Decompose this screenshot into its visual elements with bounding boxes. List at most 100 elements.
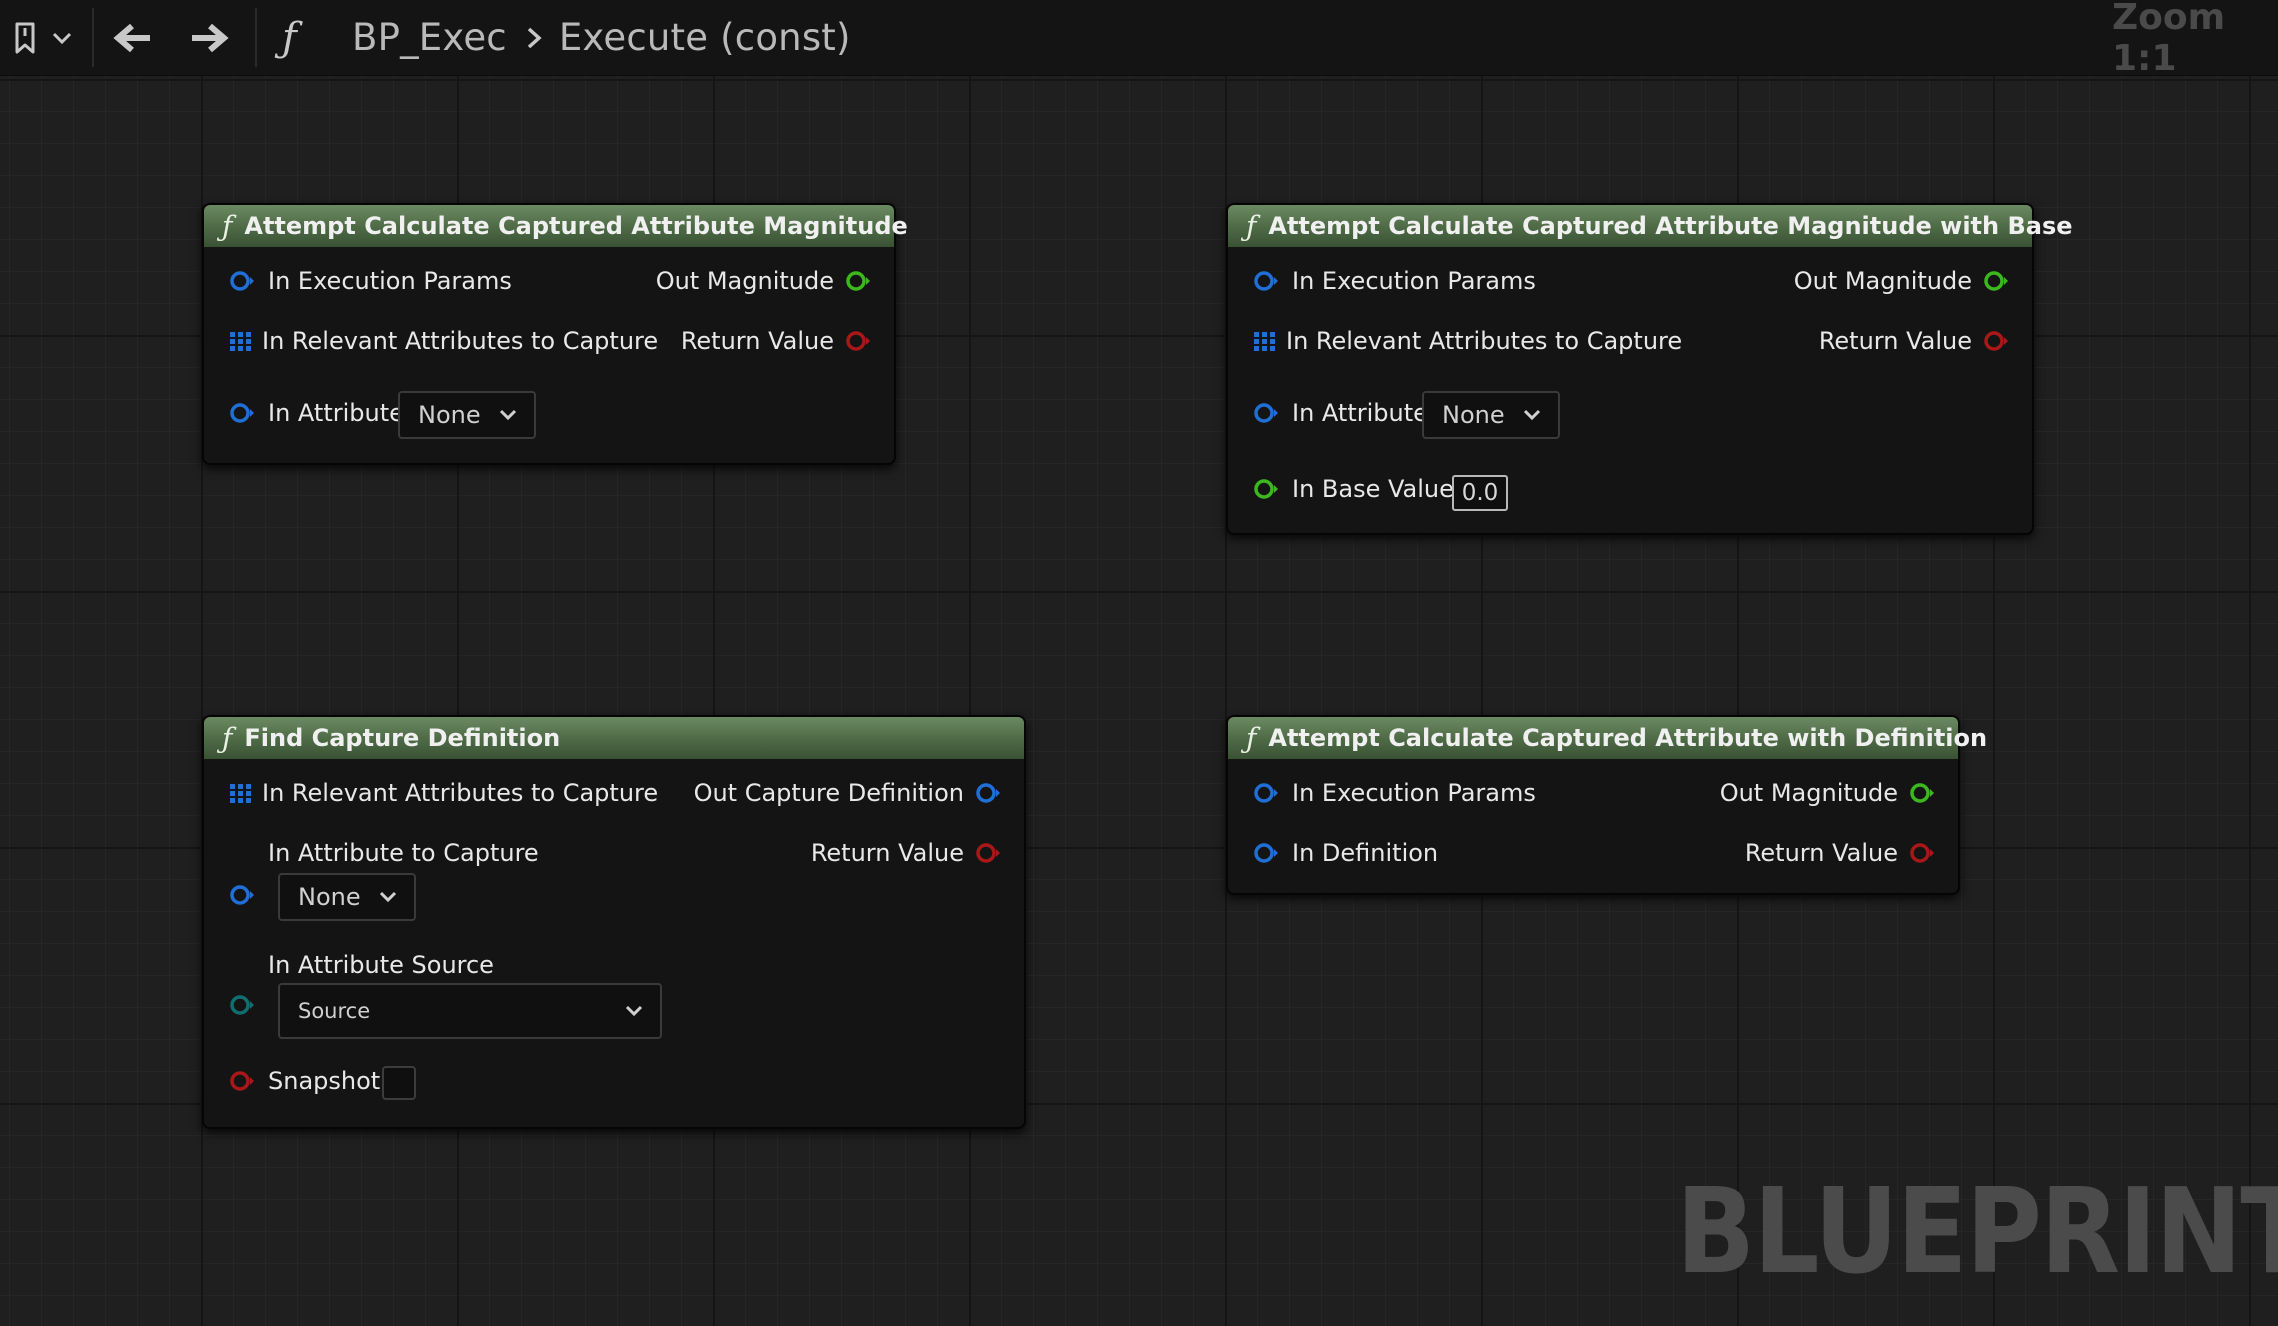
toolbar-divider (255, 8, 257, 67)
dropdown-value: None (1442, 401, 1505, 429)
pin-in-relevant-attributes[interactable]: In Relevant Attributes to Capture (228, 779, 658, 807)
pin-label: Snapshot (268, 1067, 381, 1095)
pin-label: Out Magnitude (655, 267, 834, 295)
pin-label: Return Value (680, 327, 834, 355)
breadcrumb-chevron-icon (527, 27, 542, 48)
pin-in-attribute-to-capture[interactable] (228, 881, 256, 909)
bool-pin-icon (1984, 331, 2008, 351)
bookmark-button[interactable] (12, 0, 40, 75)
pin-out-magnitude[interactable]: Out Magnitude (1794, 267, 2010, 295)
struct-pin-icon (1254, 403, 1278, 423)
bool-pin-icon (976, 843, 1000, 863)
node-title: Attempt Calculate Captured Attribute Mag… (244, 212, 908, 240)
breadcrumb-item-bp-exec[interactable]: BP_Exec (352, 16, 507, 59)
float-pin-icon (1910, 783, 1934, 803)
chevron-down-icon (499, 409, 517, 421)
pin-in-execution-params[interactable]: In Execution Params (1252, 267, 1536, 295)
function-icon: ƒ (222, 209, 233, 243)
base-value-field[interactable]: 0.0 (1452, 475, 1508, 511)
pin-label: Return Value (1744, 839, 1898, 867)
pin-in-base-value[interactable]: In Base Value (1252, 475, 1454, 503)
chevron-down-icon (379, 891, 397, 903)
pin-out-magnitude[interactable]: Out Magnitude (1720, 779, 1936, 807)
graph-toolbar: ƒ BP_Exec Execute (const) Zoom 1:1 (0, 0, 2278, 79)
array-pin-icon (1254, 332, 1275, 351)
snapshot-checkbox[interactable] (382, 1066, 416, 1100)
node-attempt-calculate-magnitude[interactable]: ƒ Attempt Calculate Captured Attribute M… (202, 203, 908, 465)
pin-return-value[interactable]: Return Value (1745, 839, 1936, 867)
bool-pin-icon (846, 331, 870, 351)
chevron-down-icon (625, 1005, 643, 1017)
node-header[interactable]: ƒ Find Capture Definition (204, 717, 1024, 759)
pin-label: In Attribute to Capture (268, 839, 539, 867)
pin-label: In Attribute Source (268, 951, 494, 979)
pin-label: In Relevant Attributes to Capture (262, 327, 659, 355)
attribute-source-dropdown[interactable]: Source (278, 983, 662, 1039)
float-pin-icon (1254, 479, 1278, 499)
pin-label: Out Magnitude (1793, 267, 1972, 295)
pin-snapshot[interactable]: Snapshot (228, 1067, 380, 1095)
pin-return-value[interactable]: Return Value (811, 839, 1002, 867)
pin-label-attribute-source: In Attribute Source (268, 951, 494, 979)
zoom-label: Zoom 1:1 (2112, 0, 2226, 79)
back-button[interactable] (112, 0, 154, 75)
struct-pin-icon (230, 271, 254, 291)
array-pin-icon (230, 332, 251, 351)
pin-return-value[interactable]: Return Value (681, 327, 872, 355)
node-title: Attempt Calculate Captured Attribute Mag… (1268, 212, 2073, 240)
pin-label: Out Capture Definition (693, 779, 964, 807)
pin-out-capture-definition[interactable]: Out Capture Definition (694, 779, 1002, 807)
bool-pin-icon (230, 1071, 254, 1091)
pin-label: In Relevant Attributes to Capture (1286, 327, 1683, 355)
struct-pin-icon (230, 885, 254, 905)
struct-pin-icon (1254, 843, 1278, 863)
dropdown-value: None (418, 401, 481, 429)
chevron-down-icon (52, 32, 72, 44)
dropdown-value: Source (298, 999, 371, 1023)
breadcrumb: BP_Exec Execute (const) (352, 0, 851, 75)
forward-arrow-icon (192, 23, 229, 52)
node-header[interactable]: ƒ Attempt Calculate Captured Attribute M… (1228, 205, 2073, 247)
node-attempt-calculate-magnitude-with-base[interactable]: ƒ Attempt Calculate Captured Attribute M… (1226, 203, 2073, 535)
pin-label: In Base Value (1292, 475, 1454, 503)
zoom-indicator: Zoom 1:1 (2112, 0, 2278, 79)
chevron-down-icon (1523, 409, 1541, 421)
attribute-to-capture-dropdown[interactable]: None (278, 873, 416, 921)
function-icon: ƒ (1246, 209, 1257, 243)
breadcrumb-item-execute[interactable]: Execute (const) (559, 16, 851, 59)
node-header[interactable]: ƒ Attempt Calculate Captured Attribute M… (204, 205, 908, 247)
float-pin-icon (846, 271, 870, 291)
pin-in-attribute[interactable]: In Attribute (1252, 399, 1428, 427)
node-attempt-calculate-with-definition[interactable]: ƒ Attempt Calculate Captured Attribute w… (1226, 715, 1987, 895)
blueprint-watermark: BLUEPRINT (1676, 1162, 2278, 1300)
pin-label: In Attribute (268, 399, 404, 427)
pin-in-execution-params[interactable]: In Execution Params (1252, 779, 1536, 807)
pin-in-attribute[interactable]: In Attribute (228, 399, 404, 427)
attribute-dropdown[interactable]: None (398, 391, 536, 439)
struct-pin-icon (1254, 271, 1278, 291)
pin-out-magnitude[interactable]: Out Magnitude (656, 267, 872, 295)
node-find-capture-definition[interactable]: ƒ Find Capture Definition In Relevant At… (202, 715, 1026, 1129)
attribute-dropdown[interactable]: None (1422, 391, 1560, 439)
pin-in-attribute-source[interactable] (228, 991, 256, 1019)
pin-in-relevant-attributes[interactable]: In Relevant Attributes to Capture (228, 327, 658, 355)
float-pin-icon (1984, 271, 2008, 291)
dropdown-value: None (298, 883, 361, 911)
pin-in-definition[interactable]: In Definition (1252, 839, 1438, 867)
struct-pin-icon (1254, 783, 1278, 803)
pin-label: In Relevant Attributes to Capture (262, 779, 659, 807)
bookmark-dropdown[interactable] (50, 0, 74, 75)
struct-pin-icon (976, 783, 1000, 803)
pin-label: Return Value (810, 839, 964, 867)
function-icon: ƒ (1246, 721, 1257, 755)
pin-label-attribute-to-capture: In Attribute to Capture (268, 839, 539, 867)
pin-in-relevant-attributes[interactable]: In Relevant Attributes to Capture (1252, 327, 1682, 355)
pin-label: In Execution Params (268, 267, 512, 295)
node-header[interactable]: ƒ Attempt Calculate Captured Attribute w… (1228, 717, 1987, 759)
forward-button[interactable] (188, 0, 230, 75)
pin-in-execution-params[interactable]: In Execution Params (228, 267, 512, 295)
pin-label: In Attribute (1292, 399, 1428, 427)
function-icon: ƒ (222, 721, 233, 755)
pin-return-value[interactable]: Return Value (1819, 327, 2010, 355)
array-pin-icon (230, 784, 251, 803)
